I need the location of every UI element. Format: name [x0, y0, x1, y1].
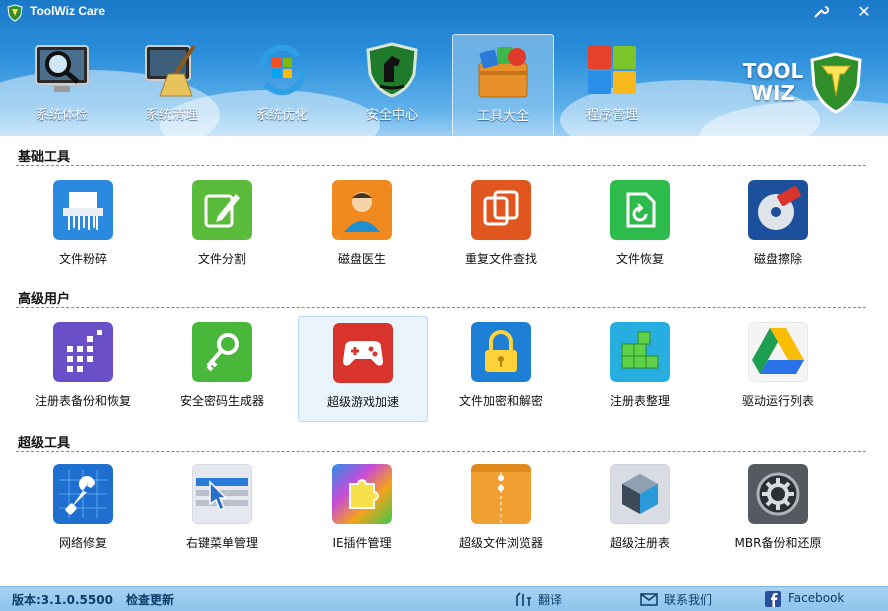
tool-duplicate-finder[interactable]: 重复文件查找: [437, 174, 565, 278]
tool-context-menu[interactable]: 右键菜单管理: [158, 458, 286, 562]
tool-disk-eraser[interactable]: 磁盘擦除: [714, 174, 842, 278]
duplicate-files-icon: [471, 180, 531, 240]
nav-label: 系统优化: [255, 108, 308, 123]
tool-label: 文件分割: [197, 252, 246, 266]
logo-shield-icon: [810, 52, 862, 114]
logo-text: TOOL WIZ: [742, 60, 804, 104]
shredder-icon: [53, 180, 113, 240]
facebook-icon: [765, 591, 781, 607]
check-update-link[interactable]: 检查更新: [126, 591, 174, 608]
doctor-icon: [332, 180, 392, 240]
tool-label: MBR备份和还原: [734, 536, 822, 550]
tool-file-recovery[interactable]: 文件恢复: [576, 174, 704, 278]
horse-shield-icon: [366, 42, 418, 98]
nav-label: 系统体检: [35, 108, 88, 123]
tool-disk-doctor[interactable]: 磁盘医生: [298, 174, 426, 278]
tool-label: 超级文件浏览器: [458, 536, 543, 550]
gamepad-icon: [333, 323, 393, 383]
tool-label: 右键菜单管理: [185, 536, 258, 550]
registry-cube-icon: [610, 464, 670, 524]
logo-line2: WIZ: [750, 81, 795, 105]
tool-label: 磁盘擦除: [753, 252, 802, 266]
tool-registry-cleanup[interactable]: 注册表整理: [576, 316, 704, 420]
section-divider: [16, 165, 866, 166]
nav-label: 系统清理: [145, 108, 198, 123]
file-restore-icon: [610, 180, 670, 240]
close-icon[interactable]: ✕: [853, 2, 875, 22]
key-icon: [192, 322, 252, 382]
tool-driver-list[interactable]: 驱动运行列表: [714, 316, 842, 420]
nav-item-system-clean[interactable]: 系统清理: [122, 34, 222, 134]
facebook-link[interactable]: Facebook: [788, 591, 844, 605]
tool-label: 超级游戏加速: [326, 395, 399, 409]
drive-triangle-icon: [748, 322, 808, 382]
logo-line1: TOOL: [742, 59, 804, 83]
tool-label: 文件加密和解密: [458, 394, 543, 408]
folder-icon: [471, 464, 531, 524]
translate-link[interactable]: 翻译: [538, 591, 562, 608]
cubes-icon: [610, 322, 670, 382]
tool-label: 网络修复: [58, 536, 107, 550]
app-shield-icon: [7, 4, 23, 22]
cursor-menu-icon: [192, 464, 252, 524]
disk-eraser-icon: [748, 180, 808, 240]
tool-network-repair[interactable]: 网络修复: [19, 458, 147, 562]
translate-icon: [516, 592, 531, 606]
section-title: 基础工具: [18, 150, 71, 165]
tool-file-shredder[interactable]: 文件粉碎: [19, 174, 147, 278]
section-title: 超级工具: [18, 436, 71, 451]
mail-icon: [640, 593, 658, 606]
tool-super-registry[interactable]: 超级注册表: [576, 458, 704, 562]
tool-label: IE插件管理: [332, 536, 392, 550]
wrench-icon[interactable]: [810, 2, 832, 22]
tool-label: 注册表备份和恢复: [34, 394, 131, 408]
tool-password-generator[interactable]: 安全密码生成器: [158, 316, 286, 420]
registry-grid-icon: [53, 322, 113, 382]
puzzle-icon: [332, 464, 392, 524]
tool-file-split[interactable]: 文件分割: [158, 174, 286, 278]
tool-label: 安全密码生成器: [179, 394, 264, 408]
tool-label: 驱动运行列表: [741, 394, 814, 408]
title-bar: ToolWiz Care ✕: [0, 0, 888, 26]
toolwiz-logo: TOOL WIZ: [742, 34, 867, 124]
tool-label: 文件恢复: [615, 252, 664, 266]
tool-label: 磁盘医生: [337, 252, 386, 266]
header: ToolWiz Care ✕ 系统体检 系统清理 系统优化 安全中心 工具大全 …: [0, 0, 888, 136]
tool-game-booster[interactable]: 超级游戏加速: [298, 316, 428, 422]
nav-item-toolbox[interactable]: 工具大全: [452, 34, 554, 135]
tool-mbr-backup[interactable]: MBR备份和还原: [714, 458, 842, 562]
section-divider: [16, 307, 866, 308]
nav-label: 程序管理: [585, 108, 638, 123]
magnifier-icon: [35, 45, 89, 92]
broom-icon: [145, 44, 196, 97]
nav-item-security-center[interactable]: 安全中心: [342, 34, 442, 134]
tool-file-browser[interactable]: 超级文件浏览器: [437, 458, 565, 562]
tool-registry-backup[interactable]: 注册表备份和恢复: [19, 316, 147, 420]
tool-label: 超级注册表: [609, 536, 670, 550]
tool-label: 注册表整理: [609, 394, 670, 408]
section-title: 高级用户: [18, 292, 71, 307]
tool-ie-plugins[interactable]: IE插件管理: [298, 458, 426, 562]
version-text: 版本:3.1.0.5500: [12, 593, 113, 607]
nav-item-program-manage[interactable]: 程序管理: [562, 34, 662, 134]
tool-label: 重复文件查找: [464, 252, 537, 266]
nav-label: 工具大全: [476, 109, 529, 124]
section-divider: [16, 451, 866, 452]
edit-split-icon: [192, 180, 252, 240]
window-title: ToolWiz Care: [30, 4, 106, 18]
nav-item-system-optimize[interactable]: 系统优化: [232, 34, 332, 134]
nav-label: 安全中心: [365, 108, 418, 123]
status-bar: 版本:3.1.0.5500 检查更新 翻译 联系我们 Facebook: [0, 586, 888, 611]
contact-link[interactable]: 联系我们: [664, 591, 712, 608]
network-wrench-icon: [53, 464, 113, 524]
lock-icon: [471, 322, 531, 382]
toolbox-icon: [478, 47, 528, 98]
gear-icon: [748, 464, 808, 524]
windows-refresh-icon: [258, 44, 306, 96]
nav-item-system-check[interactable]: 系统体检: [12, 34, 112, 134]
tool-file-encrypt[interactable]: 文件加密和解密: [437, 316, 565, 420]
windows-tiles-icon: [588, 46, 636, 94]
tool-label: 文件粉碎: [58, 252, 107, 266]
tools-panel: 基础工具 文件粉碎 文件分割 磁盘医生 重复文件查找 文件恢复 磁盘擦除 高级用…: [0, 136, 888, 586]
